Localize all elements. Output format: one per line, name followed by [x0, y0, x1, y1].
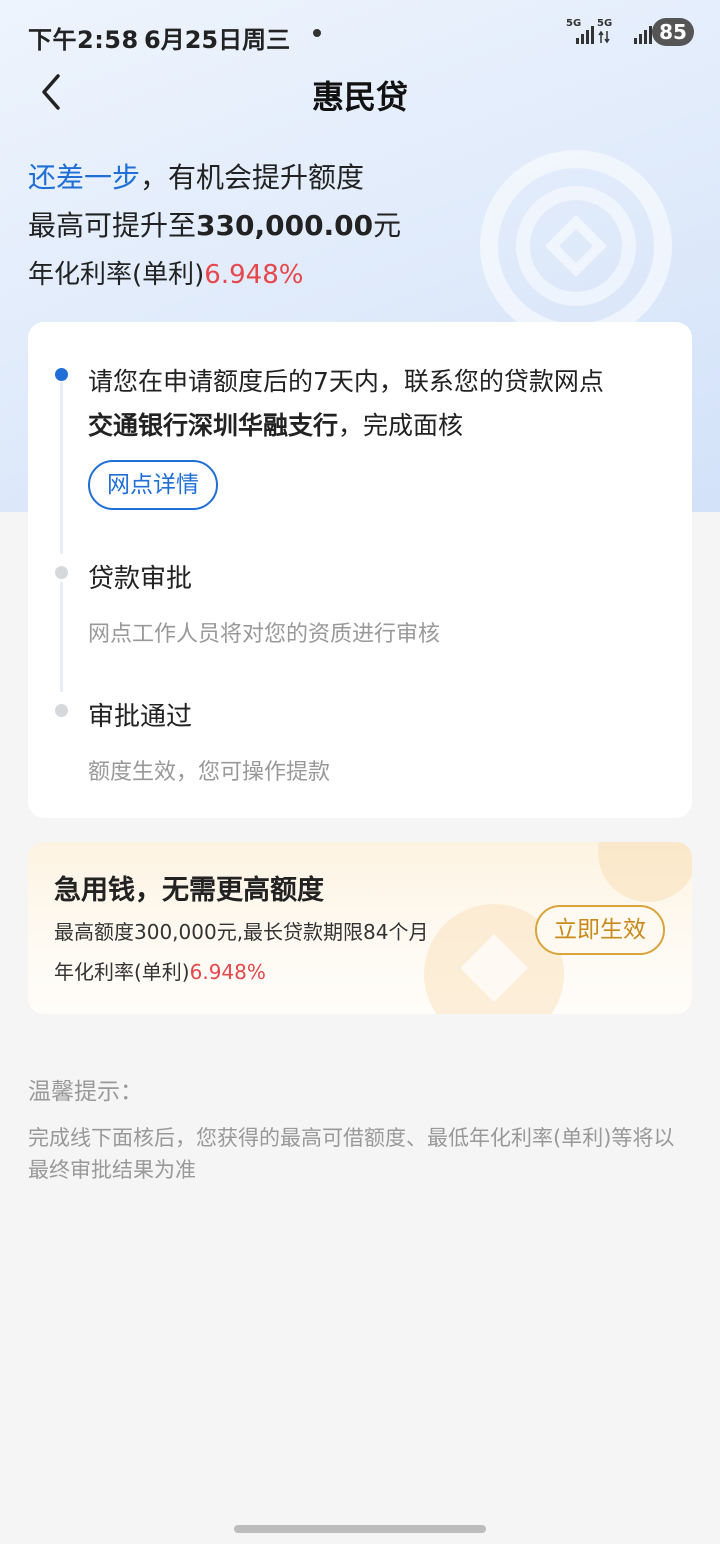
- max-amount-value: 330,000.00: [196, 209, 374, 242]
- step2-title: 贷款审批: [88, 564, 193, 594]
- signal-5g-data-icon: 5G: [597, 18, 625, 46]
- battery-indicator: 85: [652, 18, 694, 46]
- step3-title: 审批通过: [88, 702, 193, 732]
- home-indicator[interactable]: [234, 1525, 486, 1533]
- step3-description: 额度生效，您可操作提款: [88, 760, 331, 785]
- hero-max-amount: 最高可提升至330,000.00元: [28, 204, 401, 244]
- timeline-line: [60, 382, 63, 554]
- offer-rate-label: 年化利率(单利): [54, 960, 190, 984]
- signal-label: 5G: [597, 18, 613, 29]
- offer-title: 急用钱，无需更高额度: [54, 875, 324, 906]
- offer-rate: 年化利率(单利)6.948%: [54, 956, 266, 985]
- max-amount-label: 最高可提升至: [28, 209, 197, 242]
- coin-decoration: [598, 842, 692, 902]
- hero-rate: 年化利率(单利)6.948%: [28, 254, 303, 291]
- step1-text-b: ，完成面核: [338, 411, 464, 440]
- step-dot: [55, 704, 68, 717]
- timeline-line: [60, 582, 63, 692]
- offer-rate-value: 6.948%: [189, 960, 266, 984]
- step1-instruction: 请您在申请额度后的7天内，联系您的贷款网点 交通银行深圳华融支行，完成面核: [88, 360, 668, 448]
- step-dot-active: [55, 368, 68, 381]
- tips-body: 完成线下面核后，您获得的最高可借额度、最低年化利率(单利)等将以最终审批结果为准: [28, 1126, 675, 1182]
- signal-5g-icon: 5G: [566, 18, 594, 46]
- status-bar: 下午2:58 6月25日周三 5G 5G 85: [0, 0, 720, 68]
- steps-card: 请您在申请额度后的7天内，联系您的贷款网点 交通银行深圳华融支行，完成面核 网点…: [28, 322, 692, 818]
- step2-description: 网点工作人员将对您的资质进行审核: [88, 622, 441, 647]
- tips-title: 温馨提示：: [28, 1079, 143, 1105]
- step1-text-a: 请您在申请额度后的7天内，联系您的贷款网点: [88, 367, 604, 396]
- hero-highlight: 还差一步: [28, 161, 141, 194]
- offer-limit-text: 最高额度300,000元,最长贷款期限84个月: [54, 920, 429, 944]
- status-date: 6月25日周三: [144, 26, 291, 54]
- hero-headline: 还差一步，有机会提升额度: [28, 156, 364, 196]
- branch-details-button[interactable]: 网点详情: [88, 460, 218, 510]
- activate-now-button[interactable]: 立即生效: [535, 905, 665, 955]
- signal-bars-icon: [624, 18, 652, 46]
- step-dot: [55, 566, 68, 579]
- status-time: 下午2:58: [28, 26, 139, 54]
- notification-dot-icon: [313, 29, 321, 37]
- hero-headline-rest: ，有机会提升额度: [140, 161, 365, 194]
- page-title: 惠民贷: [311, 78, 408, 116]
- step1-bank-name: 交通银行深圳华融支行: [88, 411, 339, 440]
- rate-label: 年化利率(单利): [28, 260, 205, 290]
- quick-offer-card: 急用钱，无需更高额度 最高额度300,000元,最长贷款期限84个月 年化利率(…: [28, 842, 692, 1014]
- max-amount-unit: 元: [373, 209, 402, 242]
- rate-value: 6.948%: [204, 260, 304, 290]
